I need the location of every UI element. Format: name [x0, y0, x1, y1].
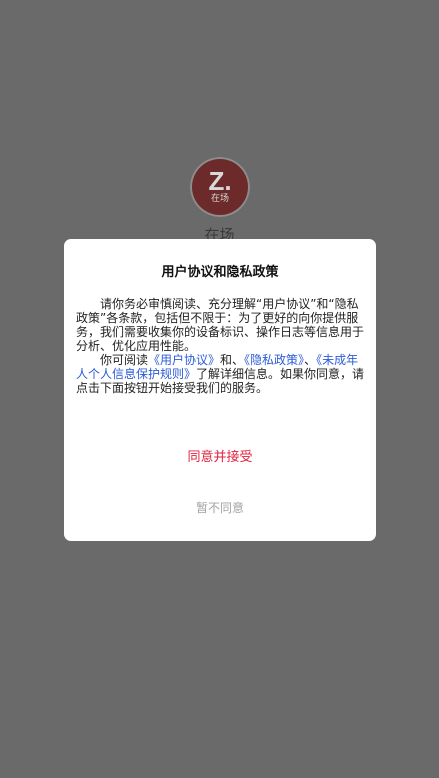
logo-subtext: 在场: [210, 194, 229, 204]
user-agreement-link[interactable]: 《用户协议》: [148, 353, 220, 367]
logo-letter: Z.: [208, 166, 232, 196]
and-text: 和、: [220, 353, 245, 367]
disagree-button[interactable]: 暂不同意: [64, 499, 376, 516]
dialog-paragraph-2: 你可阅读《用户协议》和、《隐私政策》、《未成年人个人信息保护规则》了解详细信息。…: [76, 353, 366, 395]
dialog-title: 用户协议和隐私政策: [161, 265, 279, 280]
app-logo: Z. 在场: [190, 157, 250, 217]
agree-button[interactable]: 同意并接受: [64, 446, 376, 465]
separator-text: 、: [304, 353, 317, 367]
paragraph-2-prefix: 你可阅读: [100, 353, 149, 367]
privacy-dialog: 用户协议和隐私政策 请你务必审慎阅读、充分理解“用户协议”和“隐私政策”各条款，…: [64, 239, 376, 541]
privacy-policy-link[interactable]: 《隐私政策》: [244, 353, 304, 367]
dialog-body: 请你务必审慎阅读、充分理解“用户协议”和“隐私政策”各条款，包括但不限于：为了更…: [76, 297, 366, 395]
dialog-paragraph-1: 请你务必审慎阅读、充分理解“用户协议”和“隐私政策”各条款，包括但不限于：为了更…: [76, 297, 365, 353]
